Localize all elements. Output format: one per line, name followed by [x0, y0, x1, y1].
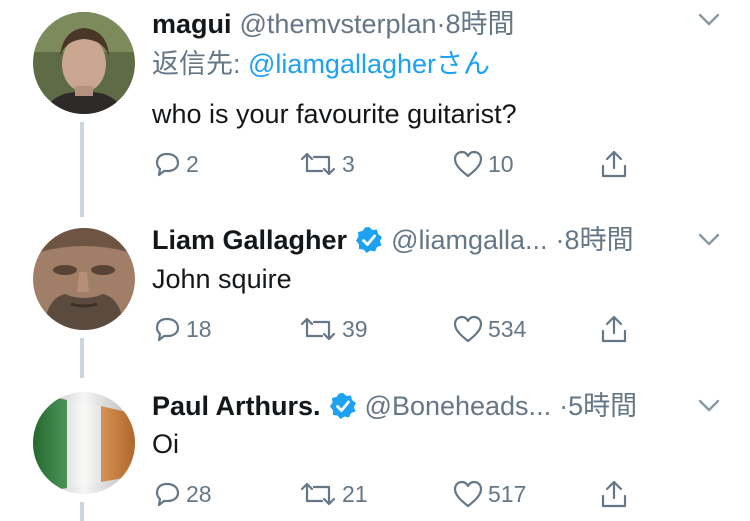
irish-flag-icon: [33, 392, 135, 494]
heart-icon: [453, 150, 483, 178]
share-icon: [601, 480, 627, 508]
timestamp[interactable]: 8時間: [565, 220, 634, 260]
profile-photo-icon: [33, 12, 135, 114]
tweet-text: Oi: [152, 429, 179, 459]
like-count: 534: [488, 315, 527, 342]
avatar-liam-gallagher[interactable]: [33, 228, 135, 330]
reply-icon: [155, 152, 180, 177]
retweet-icon: [300, 317, 336, 341]
reply-button[interactable]: 28: [152, 476, 212, 512]
share-icon: [601, 315, 627, 343]
share-icon: [601, 150, 627, 178]
tweet-header: magui @themvsterplan · 8時間: [152, 4, 515, 44]
reply-to-handle[interactable]: @liamgallagher: [248, 49, 436, 79]
reply-button[interactable]: 2: [152, 146, 199, 182]
avatar-paul-arthurs[interactable]: [33, 392, 135, 494]
thread-line: [80, 122, 84, 217]
timestamp[interactable]: 5時間: [568, 386, 637, 426]
share-button[interactable]: [598, 146, 630, 182]
retweet-icon: [300, 152, 336, 176]
retweet-icon: [300, 482, 336, 506]
separator-dot: ·: [555, 225, 565, 255]
chevron-down-icon[interactable]: [696, 226, 722, 252]
retweet-button[interactable]: 39: [298, 311, 368, 347]
retweet-count: 39: [342, 315, 368, 342]
timestamp[interactable]: 8時間: [446, 4, 515, 44]
chevron-down-icon[interactable]: [696, 392, 722, 418]
tweet-header: Paul Arthurs. @Boneheads... · 5時間: [152, 386, 637, 426]
separator-dot: ·: [436, 9, 446, 39]
reply-button[interactable]: 18: [152, 311, 212, 347]
like-button[interactable]: 10: [452, 146, 514, 182]
retweet-button[interactable]: 3: [298, 146, 355, 182]
display-name[interactable]: Paul Arthurs.: [152, 386, 321, 426]
reply-count: 2: [186, 150, 199, 177]
tweet-header: Liam Gallagher @liamgalla... · 8時間: [152, 220, 634, 260]
user-handle[interactable]: @Boneheads...: [365, 386, 552, 426]
like-button[interactable]: 534: [452, 311, 526, 347]
heart-icon: [453, 315, 483, 343]
action-bar: 2 3 10: [152, 146, 642, 182]
tweet-liam-gallagher[interactable]: Liam Gallagher @liamgalla... · 8時間 John …: [0, 210, 750, 378]
user-handle[interactable]: @liamgalla...: [391, 220, 547, 260]
retweet-button[interactable]: 21: [298, 476, 368, 512]
tweet-paul-arthurs[interactable]: Paul Arthurs. @Boneheads... · 5時間 Oi 28 …: [0, 378, 750, 521]
reply-to-suffix: さん: [436, 49, 491, 79]
profile-photo-icon: [33, 228, 135, 330]
tweet-text: John squire: [152, 264, 292, 294]
reply-icon: [155, 317, 180, 342]
like-button[interactable]: 517: [452, 476, 526, 512]
tweet-magui[interactable]: magui @themvsterplan · 8時間 返信先: @liamgal…: [0, 0, 750, 217]
verified-badge-icon: [329, 392, 357, 420]
retweet-count: 21: [342, 480, 368, 507]
replying-to: 返信先: @liamgallagherさん: [152, 44, 490, 84]
like-count: 10: [488, 150, 514, 177]
share-button[interactable]: [598, 476, 630, 512]
heart-icon: [453, 480, 483, 508]
like-count: 517: [488, 480, 527, 507]
tweet-text: who is your favourite guitarist?: [152, 99, 517, 129]
chevron-down-icon[interactable]: [696, 6, 722, 32]
avatar-magui[interactable]: [33, 12, 135, 114]
thread-line: [80, 502, 84, 521]
thread-line: [80, 338, 84, 378]
reply-icon: [155, 482, 180, 507]
verified-badge-icon: [355, 226, 383, 254]
action-bar: 28 21 517: [152, 476, 642, 512]
retweet-count: 3: [342, 150, 355, 177]
reply-count: 18: [186, 315, 212, 342]
reply-to-prefix: 返信先:: [152, 49, 249, 79]
user-handle[interactable]: @themvsterplan: [240, 4, 437, 44]
share-button[interactable]: [598, 311, 630, 347]
display-name[interactable]: magui: [152, 4, 232, 44]
action-bar: 18 39 534: [152, 311, 642, 347]
reply-count: 28: [186, 480, 212, 507]
separator-dot: ·: [559, 391, 569, 421]
display-name[interactable]: Liam Gallagher: [152, 220, 347, 260]
